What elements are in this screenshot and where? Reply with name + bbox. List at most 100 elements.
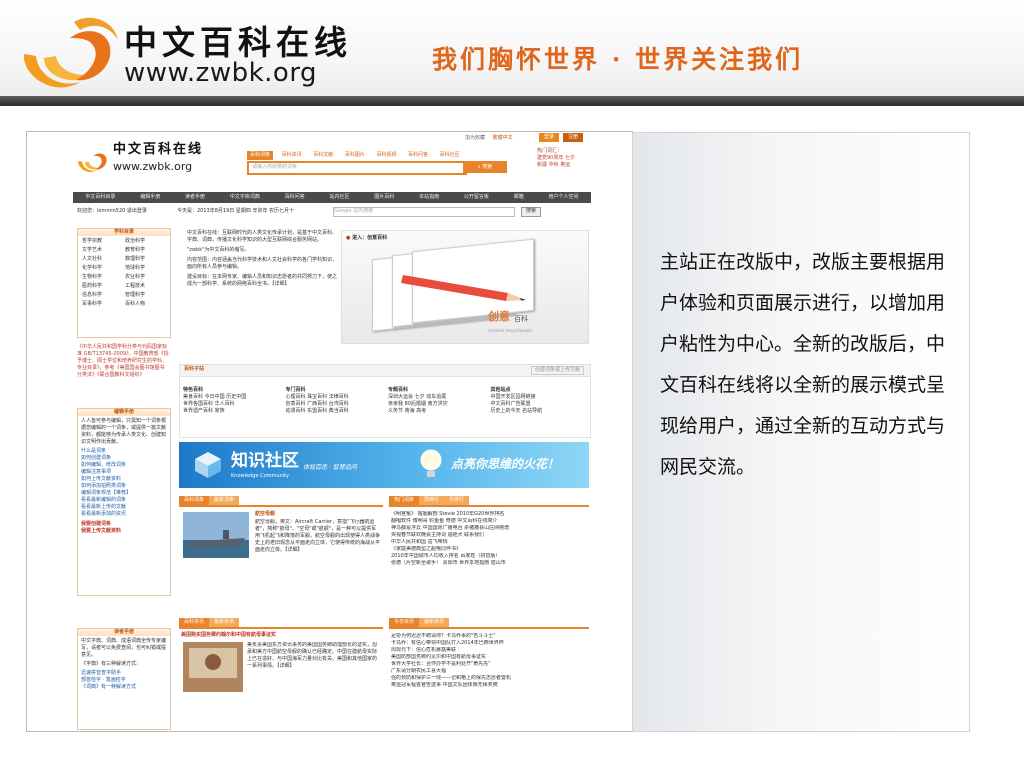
- tab-week[interactable]: 周排行: [419, 496, 445, 505]
- mini-search-button[interactable]: 搜索: [521, 207, 541, 217]
- reader-link[interactable]: 部首检字 · 笔画检字: [81, 677, 167, 684]
- subject-link[interactable]: 数理科学: [125, 256, 166, 263]
- nav-item[interactable]: 邮箱: [514, 194, 524, 201]
- subject-link[interactable]: 百科人物: [125, 301, 166, 308]
- subject-link[interactable]: 政治科学: [125, 238, 166, 245]
- subsite-link[interactable]: 台湾百科: [329, 401, 349, 407]
- editor-link[interactable]: 如何添加拍照类词条: [81, 483, 167, 490]
- create-entry-link[interactable]: 我要创建词条: [81, 521, 167, 528]
- hot-item[interactable]: 翻唱软件 傅明哥 豹鱼鱼 奇德 中文百科在线简介: [391, 518, 587, 525]
- nav-item[interactable]: 本站指南: [419, 194, 439, 201]
- nav-item[interactable]: 读者手册: [185, 194, 205, 201]
- today-item[interactable]: 足协为何迟迟不聘请帅？卡马乔事的"告斗斗士": [391, 633, 587, 640]
- subject-link[interactable]: 医药科学: [82, 283, 123, 290]
- subsite-link[interactable]: 世界遗产百科: [183, 408, 213, 414]
- subsite-link[interactable]: 80后婚姻: [405, 401, 426, 407]
- subsite-link[interactable]: 珠宝百科: [307, 394, 327, 400]
- subsite-link[interactable]: 法律百科: [329, 394, 349, 400]
- nav-item[interactable]: 图片百科: [374, 194, 394, 201]
- entry-title[interactable]: 航空母舰: [255, 511, 275, 518]
- subsite-link[interactable]: 东盟百科: [307, 408, 327, 414]
- today-item[interactable]: 世界大学社长：合作办学不是利处开"黄先先": [391, 661, 587, 668]
- nav-item[interactable]: 中文百科目录: [85, 194, 115, 201]
- subject-link[interactable]: 军事科学: [82, 301, 123, 308]
- tab-hot[interactable]: 热门词条: [389, 496, 420, 505]
- hot-item[interactable]: 央视春节联欢晚会主持词 福娃犬 联系我们: [391, 532, 587, 539]
- search-tab-qa[interactable]: 百科问答: [405, 151, 431, 160]
- subsite-link[interactable]: 家族: [215, 408, 225, 414]
- tab-month[interactable]: 月排行: [444, 496, 470, 505]
- tab-latest-news[interactable]: 最新资讯: [209, 618, 240, 627]
- search-tab-images[interactable]: 百科图片: [342, 151, 368, 160]
- creative-hero-image[interactable]: ● 进入：创意百科 创意 百科 creative encyclopedia: [341, 230, 589, 344]
- subsite-link[interactable]: 七夕: [415, 394, 425, 400]
- traditional-link[interactable]: 繁體中文: [493, 135, 513, 141]
- hot-word[interactable]: 新疆: [537, 162, 547, 168]
- subsite-link[interactable]: 中国开发区园网链接: [491, 394, 536, 400]
- subsite-link[interactable]: 名站导航: [522, 408, 542, 414]
- hot-word[interactable]: 七夕: [565, 155, 575, 161]
- editor-link[interactable]: 看看最新编辑的词条: [81, 497, 167, 504]
- subsite-link[interactable]: 典当百科: [329, 408, 349, 414]
- nav-item[interactable]: 站内社区: [329, 194, 349, 201]
- editor-link[interactable]: 编辑词条规范【推荐】: [81, 490, 167, 497]
- subsite-link[interactable]: 世界各国百科: [183, 401, 213, 407]
- tab-news[interactable]: 百科资讯: [179, 618, 210, 627]
- today-item[interactable]: 周现元下：信心危机暴露美联: [391, 647, 587, 654]
- nav-item[interactable]: 编辑手册: [140, 194, 160, 201]
- editor-link[interactable]: 看看最新上传的文献: [81, 504, 167, 511]
- hot-item[interactable]: 张德（片空新全歌手） 贵阳市 世界本地指南 眉山市: [391, 560, 587, 567]
- hot-item[interactable]: 《明宫冤》 婚姻解剖 Stevie 2010年G20世界排名: [391, 511, 587, 518]
- subject-link[interactable]: 文学艺术: [82, 247, 123, 254]
- subsite-link[interactable]: 南方洪灾: [428, 401, 448, 407]
- hot-word[interactable]: 建党90周年: [537, 155, 563, 161]
- subject-link[interactable]: 哲学宗教: [82, 238, 123, 245]
- subsite-link[interactable]: 亲亲我: [388, 401, 403, 407]
- subsite-link[interactable]: 动漫百科: [286, 408, 306, 414]
- community-banner[interactable]: 知识社区 Knowledge Community 体验百态 · 智慧追问 点亮你…: [179, 442, 589, 488]
- subject-link[interactable]: 人文社科: [82, 256, 123, 263]
- subsite-link[interactable]: 义务节: [388, 408, 403, 414]
- subsite-link[interactable]: 历史中国: [226, 394, 246, 400]
- subject-link[interactable]: 地球科学: [125, 265, 166, 272]
- today-item[interactable]: 强的预防和保护三一线——记和格上的保先志愿者暨机: [391, 675, 587, 682]
- tab-latest-entries[interactable]: 最新词条: [209, 496, 240, 505]
- subsite-link[interactable]: 美食百科: [183, 394, 203, 400]
- today-item[interactable]: 奥运冠军程首官告送事 中国文队团体赛无缘奖牌: [391, 682, 587, 689]
- search-tab-docs[interactable]: 百科文献: [310, 151, 336, 160]
- today-item[interactable]: 美国防部国务卿约见尔和中国有航母事证实: [391, 654, 587, 661]
- editor-link[interactable]: 如何创建词条: [81, 455, 167, 462]
- favorite-link[interactable]: 加为收藏: [465, 135, 485, 141]
- subject-link[interactable]: 管理科学: [125, 292, 166, 299]
- subsite-link[interactable]: 深圳大运会: [388, 394, 413, 400]
- hot-item[interactable]: 神马都是浮云 中国国际广播电台 杀猪撒县山庄网络增: [391, 525, 587, 532]
- search-tab-video[interactable]: 百科视频: [373, 151, 399, 160]
- hot-word[interactable]: 中秋: [549, 162, 559, 168]
- nav-item[interactable]: 用户个人空间: [549, 194, 579, 201]
- subsite-link[interactable]: 华人百科: [215, 401, 235, 407]
- editor-link[interactable]: 编辑注意事项: [81, 469, 167, 476]
- subsite-link[interactable]: 历史上的今天: [491, 408, 521, 414]
- tab-today[interactable]: 今日资讯: [389, 618, 420, 627]
- subject-link[interactable]: 农业科学: [125, 274, 166, 281]
- subsite-link[interactable]: 南海: [405, 408, 415, 414]
- site-search-button[interactable]: ⌕ 搜索: [463, 161, 507, 173]
- hot-word[interactable]: 奥运: [560, 162, 570, 168]
- editor-link[interactable]: 如何上传文献资料: [81, 476, 167, 483]
- subject-link[interactable]: 生物科学: [82, 274, 123, 281]
- today-item[interactable]: 卡马乔：有信心带领中国队打入2014年巴西世界杯: [391, 640, 587, 647]
- reader-link[interactable]: 迅速拼音查字助手: [81, 670, 167, 677]
- tab-latest-today[interactable]: 最新资讯: [419, 618, 450, 627]
- mini-search-input[interactable]: Google 站内搜索: [333, 207, 515, 217]
- subject-link[interactable]: 信息科学: [82, 292, 123, 299]
- editor-link[interactable]: 什么是词条: [81, 448, 167, 455]
- hot-item[interactable]: 中华人民共和国 岳飞帝规: [391, 539, 587, 546]
- subsite-link[interactable]: 心理百科: [286, 394, 306, 400]
- subsite-link[interactable]: 动车追尾: [426, 394, 446, 400]
- register-button[interactable]: 注册: [563, 133, 584, 142]
- subject-link[interactable]: 化学科学: [82, 265, 123, 272]
- tab-entries[interactable]: 百科词条: [179, 496, 210, 505]
- today-item[interactable]: 广东请分期农民工喜大福: [391, 668, 587, 675]
- subject-link[interactable]: 工程技术: [125, 283, 166, 290]
- subject-link[interactable]: 教育科学: [125, 247, 166, 254]
